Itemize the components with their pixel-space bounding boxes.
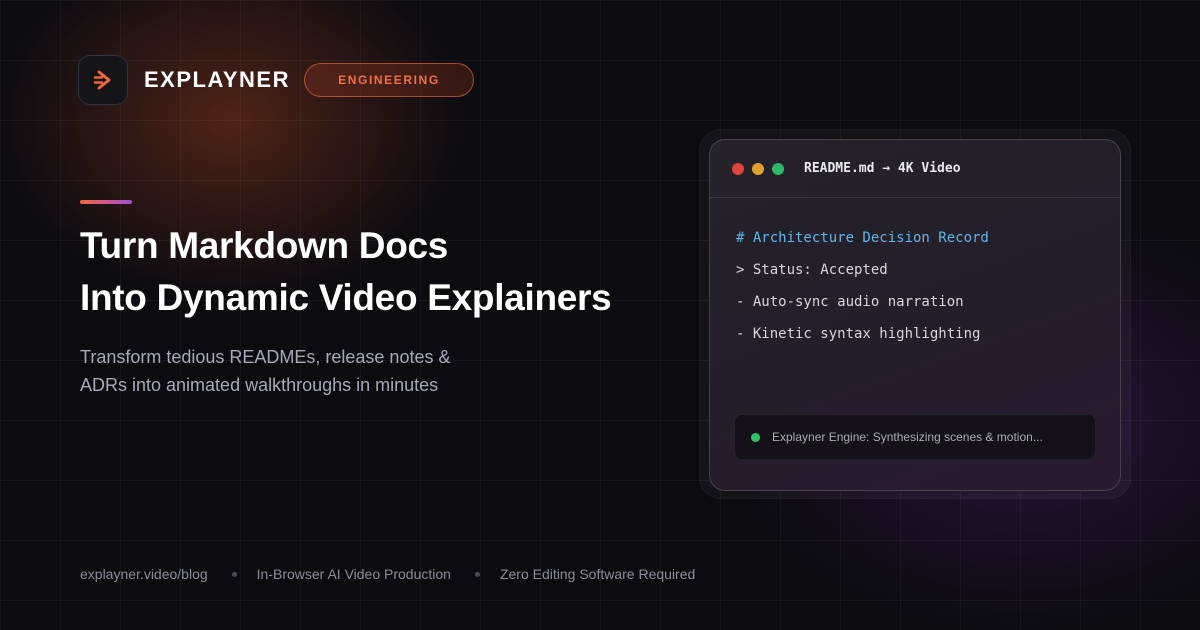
- code-line: # Architecture Decision Record: [736, 230, 989, 246]
- footer: explayner.video/blog In-Browser AI Video…: [80, 566, 695, 582]
- window-maximize-dot-icon: [772, 162, 784, 175]
- brand-logo: [78, 55, 128, 105]
- editor-card: README.md → 4K Video # Architecture Deci…: [709, 139, 1121, 491]
- editor-title-bar: README.md → 4K Video: [710, 140, 1120, 198]
- headline-line: Into Dynamic Video Explainers: [80, 277, 612, 318]
- status-indicator-icon: [751, 432, 760, 442]
- code-block: # Architecture Decision Record > Status:…: [736, 222, 989, 350]
- footer-separator-dot-icon: [474, 571, 480, 577]
- category-badge: ENGINEERING: [303, 63, 474, 97]
- footer-separator-dot-icon: [231, 571, 237, 577]
- window-close-dot-icon: [732, 162, 744, 175]
- subtitle-line: ADRs into animated walkthroughs in minut…: [80, 375, 439, 395]
- brand-header: EXPLAYNER ENGINEERING: [78, 53, 474, 107]
- code-line: > Status: Accepted: [736, 262, 888, 278]
- editor-title: README.md → 4K Video: [804, 161, 961, 176]
- code-line: - Auto-sync audio narration: [736, 294, 964, 310]
- code-line: - Kinetic syntax highlighting: [736, 326, 981, 342]
- arrow-play-icon: [93, 70, 111, 90]
- engine-status-bar: Explayner Engine: Synthesizing scenes & …: [734, 414, 1096, 460]
- footer-item: In-Browser AI Video Production: [256, 566, 451, 582]
- brand-name: EXPLAYNER: [144, 67, 290, 92]
- subtitle: Transform tedious READMEs, release notes…: [80, 343, 450, 399]
- accent-bar: [80, 200, 132, 204]
- footer-item: Zero Editing Software Required: [499, 566, 696, 582]
- window-minimize-dot-icon: [752, 162, 764, 175]
- headline: Turn Markdown Docs Into Dynamic Video Ex…: [80, 220, 612, 324]
- headline-line: Turn Markdown Docs: [80, 225, 449, 266]
- engine-status-text: Explayner Engine: Synthesizing scenes & …: [772, 430, 1043, 444]
- footer-link: explayner.video/blog: [80, 566, 208, 582]
- subtitle-line: Transform tedious READMEs, release notes…: [80, 347, 451, 367]
